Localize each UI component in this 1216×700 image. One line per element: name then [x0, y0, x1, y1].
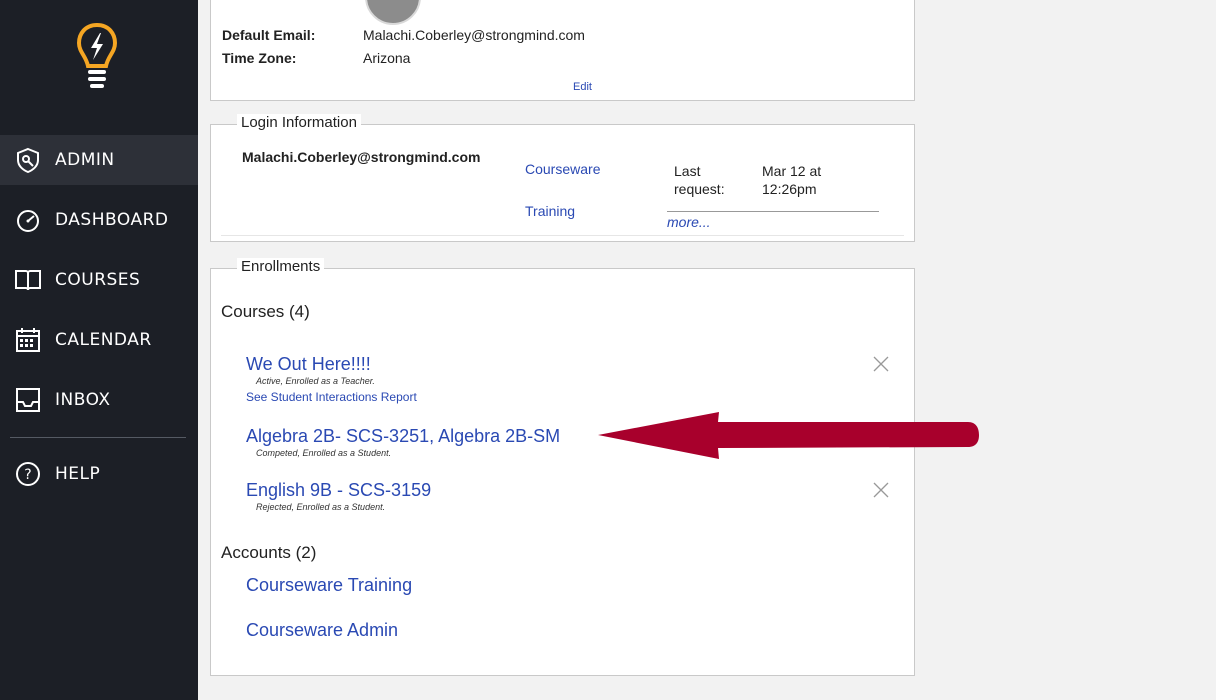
last-request-label: Last request:: [674, 163, 725, 197]
course-link-algebra-2b[interactable]: Algebra 2B- SCS-3251, Algebra 2B-SM: [246, 426, 560, 447]
sidebar-item-dashboard[interactable]: DASHBOARD: [0, 195, 198, 245]
close-icon: [873, 482, 889, 498]
inbox-tray-icon: [14, 386, 42, 414]
accounts-heading: Accounts (2): [221, 543, 317, 562]
course-link-we-out-here[interactable]: We Out Here!!!!: [246, 354, 371, 375]
more-login-details-link[interactable]: more...: [667, 214, 711, 230]
sidebar-item-help[interactable]: ? HELP: [0, 449, 198, 499]
sidebar-item-inbox[interactable]: INBOX: [0, 375, 198, 425]
main-content: Default Email: Malachi.Coberley@strongmi…: [198, 0, 1216, 700]
training-link[interactable]: Training: [525, 203, 575, 219]
speedometer-icon: [14, 206, 42, 234]
admin-shield-icon: [14, 146, 42, 174]
login-username: Malachi.Coberley@strongmind.com: [242, 149, 481, 165]
course-status: Rejected, Enrolled as a Student.: [256, 502, 386, 512]
sidebar-item-label: INBOX: [55, 390, 111, 410]
remove-enrollment-button[interactable]: [872, 481, 890, 499]
sidebar-item-calendar[interactable]: CALENDAR: [0, 315, 198, 365]
sidebar-item-label: HELP: [55, 464, 101, 484]
sidebar-item-label: COURSES: [55, 270, 141, 290]
courses-heading: Courses (4): [221, 302, 310, 321]
book-icon: [14, 266, 42, 294]
enrollments-legend: Enrollments: [237, 258, 325, 275]
login-bottom-divider: [221, 235, 904, 236]
avatar[interactable]: [365, 0, 421, 25]
courseware-link[interactable]: Courseware: [525, 161, 600, 177]
account-link-courseware-training[interactable]: Courseware Training: [246, 575, 412, 596]
enrollments-panel: Enrollments Courses (4) We Out Here!!!! …: [210, 258, 915, 676]
login-divider: [667, 211, 879, 212]
time-zone-label: Time Zone:: [222, 50, 297, 66]
default-email-label: Default Email:: [222, 27, 316, 43]
sidebar-item-courses[interactable]: COURSES: [0, 255, 198, 305]
login-information-panel: Login Information Malachi.Coberley@stron…: [210, 114, 915, 242]
sidebar: ADMIN DASHBOARD COURSES CALENDAR INBOX ?…: [0, 0, 198, 700]
edit-profile-link[interactable]: Edit: [573, 81, 592, 93]
sidebar-item-label: CALENDAR: [55, 330, 152, 350]
lightbulb-logo-icon[interactable]: [76, 22, 118, 90]
profile-panel: Default Email: Malachi.Coberley@strongmi…: [210, 0, 915, 101]
default-email-value: Malachi.Coberley@strongmind.com: [363, 27, 585, 43]
course-status: Competed, Enrolled as a Student.: [256, 448, 392, 458]
login-information-legend: Login Information: [237, 114, 361, 131]
course-link-english-9b[interactable]: English 9B - SCS-3159: [246, 480, 431, 501]
annotation-arrow-icon: [598, 412, 979, 459]
sidebar-item-label: ADMIN: [55, 150, 115, 170]
remove-enrollment-button[interactable]: [872, 355, 890, 373]
close-icon: [873, 356, 889, 372]
sidebar-divider: [10, 437, 186, 438]
last-request-value: Mar 12 at 12:26pm: [762, 163, 822, 197]
help-question-icon: ?: [14, 460, 42, 488]
account-link-courseware-admin[interactable]: Courseware Admin: [246, 620, 398, 641]
svg-text:?: ?: [24, 467, 31, 483]
student-interactions-report-link[interactable]: See Student Interactions Report: [246, 390, 417, 404]
sidebar-item-label: DASHBOARD: [55, 210, 169, 230]
time-zone-value: Arizona: [363, 50, 411, 66]
calendar-icon: [14, 326, 42, 354]
course-status: Active, Enrolled as a Teacher.: [256, 376, 375, 386]
sidebar-item-admin[interactable]: ADMIN: [0, 135, 198, 185]
